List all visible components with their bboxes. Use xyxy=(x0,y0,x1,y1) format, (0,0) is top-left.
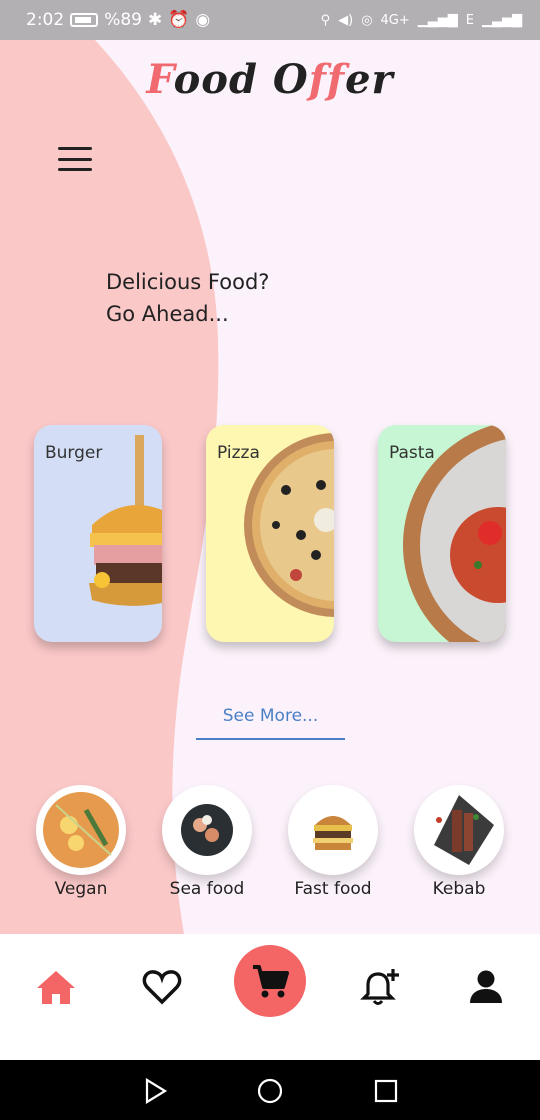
category-list: Vegan Sea food Fast food Kebab xyxy=(0,785,540,905)
bluetooth-icon: ✱ xyxy=(147,10,163,30)
tagline-line2: Go Ahead... xyxy=(106,302,229,326)
category-fastfood[interactable]: Fast food xyxy=(285,785,381,899)
food-card-pizza[interactable]: Pizza xyxy=(206,425,334,642)
bottom-navigation xyxy=(0,934,540,1060)
volume-icon: ◀) xyxy=(338,12,354,28)
category-seafood[interactable]: Sea food xyxy=(159,785,255,899)
hamburger-menu-icon[interactable] xyxy=(58,147,92,171)
category-name: Sea food xyxy=(169,879,245,899)
recents-icon[interactable] xyxy=(373,1078,399,1104)
food-card-label: Pizza xyxy=(217,443,260,463)
category-name: Vegan xyxy=(54,879,108,899)
category-name: Fast food xyxy=(294,879,372,899)
battery-percent: %89 xyxy=(104,10,142,30)
seafood-image xyxy=(162,785,252,875)
alarm-icon: ⏰ xyxy=(168,10,190,30)
app-logo: Food Offer xyxy=(146,56,394,103)
home-icon[interactable] xyxy=(31,962,81,1012)
food-card-pasta[interactable]: Pasta xyxy=(378,425,506,642)
category-kebab[interactable]: Kebab xyxy=(411,785,507,899)
hotspot-icon: ◎ xyxy=(361,12,373,28)
status-bar: 2:02 %89 ✱ ⏰ ◉ ⚲ ◀) ◎ 4G+ ▁▃▅▇ E ▁▃▅▇ xyxy=(0,0,540,40)
heart-icon[interactable] xyxy=(137,962,187,1012)
category-name: Kebab xyxy=(432,879,486,899)
notification-add-icon[interactable] xyxy=(356,962,406,1012)
food-card-burger[interactable]: Burger xyxy=(34,425,162,642)
home-circle-icon[interactable] xyxy=(257,1078,283,1104)
eye-icon: ◉ xyxy=(195,10,211,30)
vegan-ramen-image xyxy=(36,785,126,875)
network-label: 4G+ xyxy=(380,12,410,28)
system-navigation-bar xyxy=(0,1060,540,1120)
profile-icon[interactable] xyxy=(461,962,511,1012)
status-time: 2:02 xyxy=(26,10,65,30)
signal2-icon: ▁▃▅▇ xyxy=(482,12,522,28)
category-vegan[interactable]: Vegan xyxy=(33,785,129,899)
usb-icon: ⚲ xyxy=(320,12,331,28)
food-card-label: Pasta xyxy=(389,443,435,463)
tagline: Delicious Food? Go Ahead... xyxy=(106,266,269,330)
signal-icon: ▁▃▅▇ xyxy=(417,12,458,28)
battery-icon xyxy=(70,13,99,27)
back-icon[interactable] xyxy=(142,1078,168,1104)
cart-button[interactable] xyxy=(234,945,306,1017)
tagline-line1: Delicious Food? xyxy=(106,270,270,294)
kebab-image xyxy=(414,785,504,875)
fastfood-burger-image xyxy=(288,785,378,875)
cart-icon xyxy=(253,965,289,998)
signal2-label: E xyxy=(465,12,474,28)
see-more-link[interactable]: See More... xyxy=(196,706,345,740)
food-card-label: Burger xyxy=(45,443,103,463)
